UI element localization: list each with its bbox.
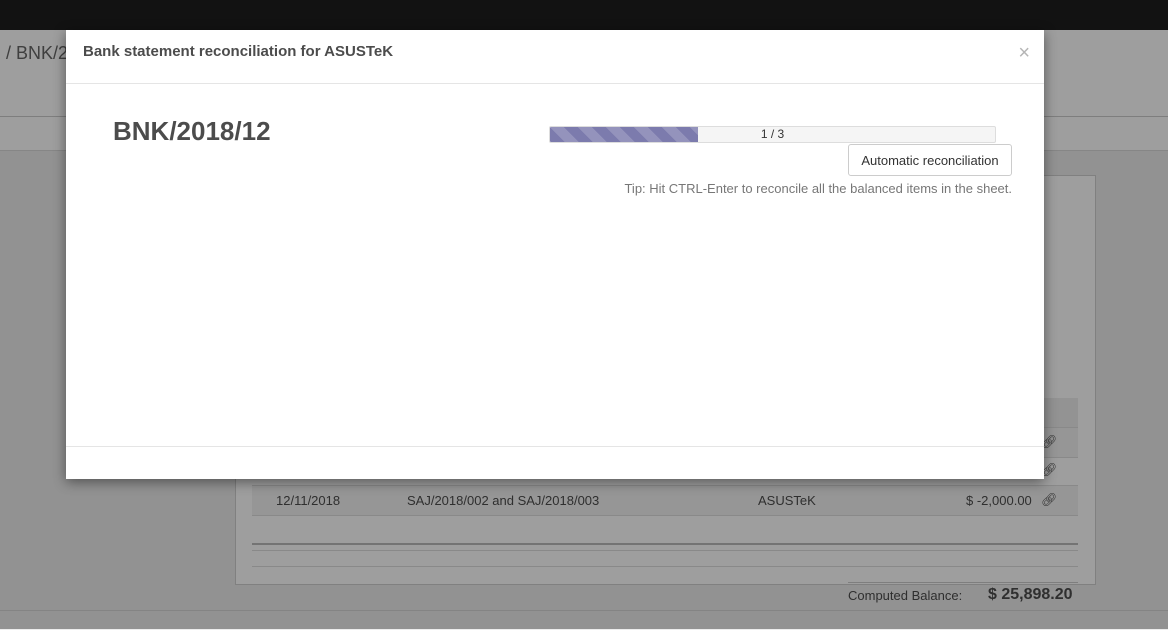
dialog-title: Bank statement reconciliation for ASUSTe… bbox=[83, 43, 394, 60]
progress-label: 1 / 3 bbox=[760, 127, 785, 141]
reconciliation-progress-bar: 1 / 3 bbox=[549, 126, 996, 143]
statement-name: BNK/2018/12 bbox=[113, 116, 271, 146]
keyboard-tip: Tip: Hit CTRL-Enter to reconcile all the… bbox=[624, 181, 1012, 196]
dialog-header: Bank statement reconciliation for ASUSTe… bbox=[66, 30, 1044, 84]
dialog-footer-divider bbox=[66, 446, 1044, 447]
reconciliation-dialog: Bank statement reconciliation for ASUSTe… bbox=[66, 30, 1044, 479]
close-icon[interactable]: × bbox=[1018, 41, 1030, 65]
automatic-reconciliation-button[interactable]: Automatic reconciliation bbox=[848, 144, 1012, 176]
